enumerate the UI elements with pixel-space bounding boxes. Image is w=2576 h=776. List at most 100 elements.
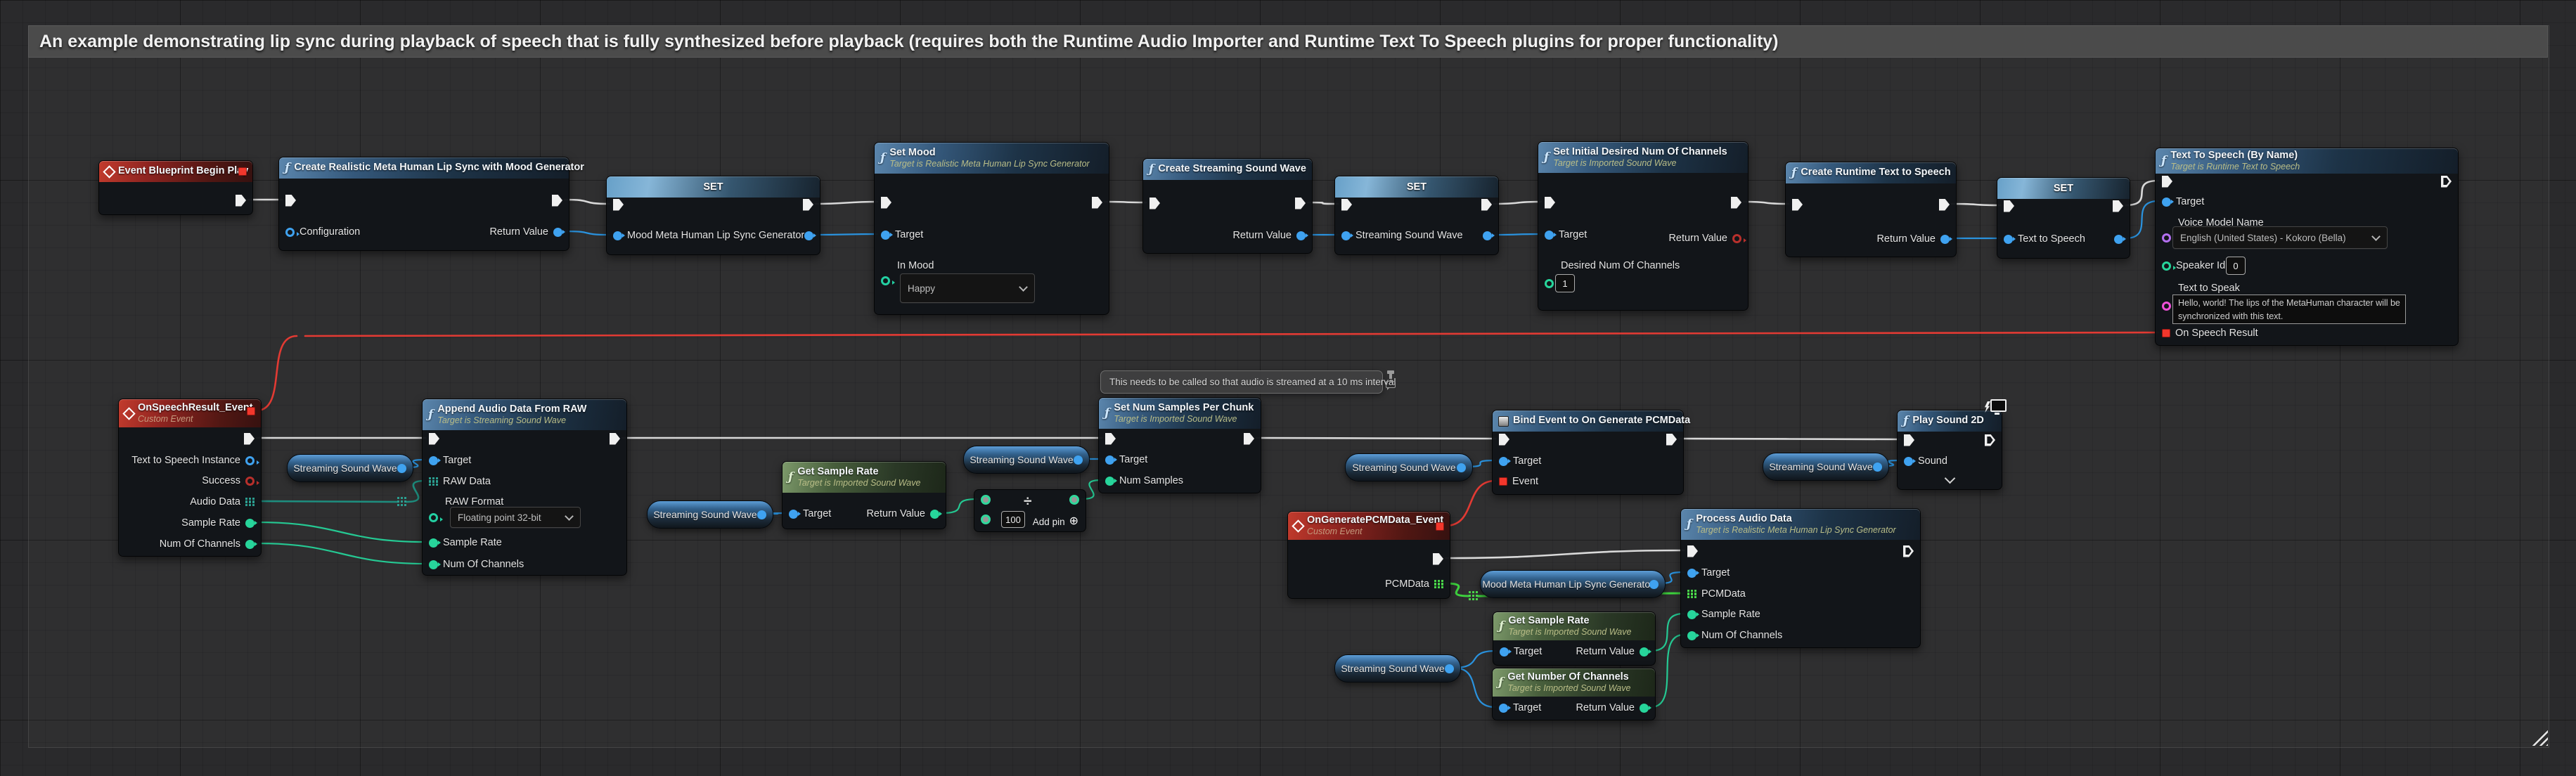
node-header[interactable]: SET bbox=[1335, 176, 1498, 198]
node-header[interactable]: ƒProcess Audio DataTarget is Realistic M… bbox=[1681, 509, 1920, 540]
reroute-pcm-node[interactable] bbox=[1469, 591, 1478, 600]
node-set-mood-var[interactable]: SET Mood Meta Human Lip Sync Generator bbox=[606, 176, 820, 255]
pin-target[interactable]: Target bbox=[789, 508, 831, 519]
node-header[interactable]: ƒGet Sample RateTarget is Imported Sound… bbox=[1493, 612, 1655, 640]
node-header[interactable]: Event Blueprint Begin Play bbox=[99, 161, 252, 182]
pin-exec_out[interactable] bbox=[1985, 434, 1995, 446]
mood-dropdown[interactable]: Happy bbox=[900, 273, 1035, 303]
pin-exec_out[interactable] bbox=[1939, 199, 1950, 210]
node-header[interactable]: SET bbox=[1997, 178, 2130, 199]
pin-var_out[interactable] bbox=[1483, 230, 1492, 241]
pin-target[interactable]: Target bbox=[881, 229, 923, 240]
pin-exec_in[interactable] bbox=[881, 197, 891, 208]
pin-exec_in[interactable] bbox=[285, 195, 296, 206]
node-divide[interactable]: ÷Add pin⊕ bbox=[974, 489, 1086, 532]
pin-exec_out[interactable] bbox=[1092, 197, 1102, 208]
pin-return[interactable]: Return Value bbox=[1576, 702, 1649, 713]
object-pin-icon[interactable] bbox=[397, 464, 406, 473]
pin-return[interactable]: Return Value bbox=[1232, 230, 1306, 241]
pin-target[interactable]: Target bbox=[1105, 454, 1147, 465]
pin-var_in[interactable]: Mood Meta Human Lip Sync Generator bbox=[613, 230, 804, 241]
pin-speaker[interactable]: Speaker Id bbox=[2162, 260, 2225, 271]
pin-inmood[interactable] bbox=[881, 275, 890, 286]
pin-target[interactable]: Target bbox=[2162, 196, 2204, 207]
variable-getter-pill-ssw-6[interactable]: Streaming Sound Wave bbox=[1334, 654, 1461, 683]
node-header[interactable]: ƒSet MoodTarget is Realistic Meta Human … bbox=[875, 143, 1109, 174]
add-pin-icon[interactable]: ⊕ bbox=[1069, 516, 1078, 527]
divisor-input[interactable]: 100 bbox=[1001, 511, 1025, 528]
comment-bubble-icon[interactable] bbox=[1386, 381, 1396, 388]
object-pin-icon[interactable] bbox=[1445, 664, 1454, 673]
node-play-sound-2d[interactable]: ƒPlay Sound 2DSound bbox=[1897, 410, 2002, 490]
pin-target[interactable]: Target bbox=[1545, 229, 1587, 240]
blueprint-graph-canvas[interactable]: An example demonstrating lip sync during… bbox=[0, 0, 2576, 776]
node-header[interactable]: SET bbox=[607, 176, 820, 198]
pin-srate[interactable]: Sample Rate bbox=[181, 517, 255, 529]
pin-on_speech_result[interactable]: On Speech Result bbox=[2162, 328, 2258, 339]
pin-nch[interactable]: Num Of Channels bbox=[429, 559, 524, 570]
node-header[interactable]: OnGeneratePCMData_EventCustom Event bbox=[1288, 512, 1450, 540]
pin-exec_in[interactable] bbox=[1687, 545, 1698, 557]
pin-exec_in[interactable] bbox=[1341, 199, 1352, 210]
object-pin-icon[interactable] bbox=[1873, 463, 1882, 472]
pin-exec_in[interactable] bbox=[613, 199, 624, 210]
pin-target[interactable]: Target bbox=[1499, 702, 1541, 713]
pin-pcm[interactable]: PCMData bbox=[1385, 578, 1443, 590]
speaker-id-input[interactable]: 0 bbox=[2226, 257, 2246, 275]
node-header[interactable]: ƒGet Sample RateTarget is Imported Sound… bbox=[783, 462, 946, 493]
pin-exec_in[interactable] bbox=[2162, 176, 2172, 187]
variable-getter-pill-ssw-1[interactable]: Streaming Sound Wave bbox=[287, 454, 413, 482]
pin-nch[interactable]: Num Of Channels bbox=[1687, 630, 1782, 641]
pin-pcm[interactable]: PCMData bbox=[1687, 588, 1746, 600]
pin-srate[interactable]: Sample Rate bbox=[429, 537, 502, 548]
object-pin-icon[interactable] bbox=[1074, 455, 1083, 465]
node-header[interactable]: ƒSet Initial Desired Num Of ChannelsTarg… bbox=[1538, 142, 1748, 173]
pin-var_out[interactable] bbox=[2114, 233, 2123, 245]
node-header[interactable]: ƒGet Number Of ChannelsTarget is Importe… bbox=[1493, 668, 1655, 697]
node-header[interactable]: ƒCreate Realistic Meta Human Lip Sync wi… bbox=[279, 157, 569, 179]
node-header[interactable]: ƒText To Speech (By Name)Target is Runti… bbox=[2156, 148, 2458, 174]
pin-exec_in[interactable] bbox=[1105, 433, 1116, 444]
node-header[interactable]: OnSpeechResult_EventCustom Event bbox=[119, 399, 261, 427]
pin-target[interactable]: Target bbox=[1500, 646, 1542, 657]
pin-voice[interactable] bbox=[2162, 232, 2171, 243]
node-header[interactable]: Bind Event to On Generate PCMData bbox=[1493, 410, 1683, 432]
pin-exec_in[interactable] bbox=[1149, 198, 1160, 209]
pin-sound[interactable]: Sound bbox=[1904, 455, 1947, 467]
pin-inB[interactable] bbox=[981, 514, 991, 525]
delegate-pin-icon[interactable] bbox=[238, 167, 247, 176]
node-create-gen[interactable]: ƒCreate Realistic Meta Human Lip Sync wi… bbox=[278, 157, 569, 251]
pin-exec_out[interactable] bbox=[1481, 199, 1492, 210]
reroute-audio-node[interactable] bbox=[397, 497, 406, 506]
pin-return[interactable]: Return Value bbox=[1876, 233, 1950, 245]
pin-exec_out[interactable] bbox=[1731, 197, 1741, 208]
pin-var_in[interactable]: Streaming Sound Wave bbox=[1341, 230, 1463, 241]
pin-exec_in[interactable] bbox=[1792, 199, 1803, 210]
add-pin-button[interactable]: Add pin⊕ bbox=[1033, 516, 1078, 527]
pin-exec_out[interactable] bbox=[610, 433, 620, 444]
pin-return[interactable]: Return Value bbox=[866, 508, 939, 519]
variable-getter-pill-ssw-4[interactable]: Streaming Sound Wave bbox=[1345, 453, 1473, 481]
pin-nch[interactable]: Num Of Channels bbox=[160, 538, 255, 550]
pin-exec_out[interactable] bbox=[1433, 553, 1443, 564]
pin-target[interactable]: Target bbox=[1687, 567, 1730, 578]
pin-exec_in[interactable] bbox=[2004, 200, 2014, 212]
node-set-ssw-var[interactable]: SET Streaming Sound Wave bbox=[1334, 176, 1499, 255]
pin-exec_out[interactable] bbox=[1244, 433, 1254, 444]
pin-exec_out[interactable] bbox=[803, 199, 813, 210]
pin-exec_out[interactable] bbox=[2441, 176, 2452, 187]
pin-exec_in[interactable] bbox=[429, 433, 439, 444]
pin-exec_out[interactable] bbox=[244, 433, 255, 444]
node-header[interactable]: ƒCreate Streaming Sound Wave bbox=[1143, 159, 1312, 180]
raw-format-dropdown[interactable]: Floating point 32-bit bbox=[450, 507, 581, 528]
node-header[interactable]: ƒSet Num Samples Per ChunkTarget is Impo… bbox=[1099, 398, 1261, 429]
pin-tts_instance[interactable]: Text to Speech Instance bbox=[131, 455, 255, 466]
pin-raw[interactable]: RAW Data bbox=[429, 476, 491, 487]
voice-model-dropdown[interactable]: English (United States) - Kokoro (Bella) bbox=[2172, 226, 2388, 249]
pin-exec_in[interactable] bbox=[1499, 434, 1509, 445]
object-pin-icon[interactable] bbox=[1457, 463, 1466, 472]
delegate-pin-icon[interactable] bbox=[247, 407, 255, 415]
node-create-tts[interactable]: ƒCreate Runtime Text to SpeechReturn Val… bbox=[1785, 162, 1957, 257]
node-bind-event[interactable]: Bind Event to On Generate PCMDataTargetE… bbox=[1492, 410, 1684, 495]
variable-getter-pill-mood[interactable]: Mood Meta Human Lip Sync Generator bbox=[1480, 570, 1666, 598]
